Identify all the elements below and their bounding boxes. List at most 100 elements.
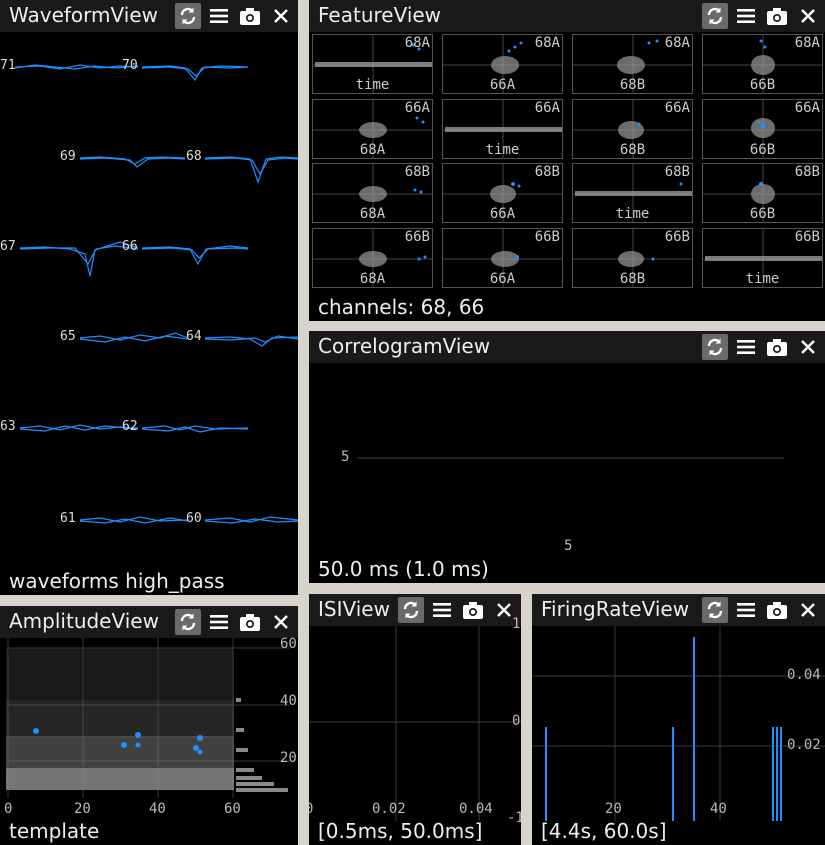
waveform-plot-area[interactable]: 71 70 69 68 67 66 65 64 63 62 61 60 <box>0 32 298 595</box>
feature-cell[interactable]: 68A 66B <box>702 34 823 94</box>
close-icon[interactable] <box>795 3 821 29</box>
camera-icon[interactable] <box>764 597 790 623</box>
channel-label: 62 <box>122 419 138 434</box>
feature-y-label: 66B <box>664 229 690 245</box>
feature-x-label: 66B <box>749 142 776 158</box>
sync-icon[interactable] <box>175 3 201 29</box>
sync-icon[interactable] <box>702 334 728 360</box>
amplitude-view-titlebar: AmplitudeView <box>0 606 298 638</box>
firing-rate-x-tick: 40 <box>710 801 727 817</box>
firing-rate-y-tick: 0.04 <box>787 667 821 683</box>
feature-x-label: time <box>745 271 780 287</box>
camera-icon[interactable] <box>764 334 790 360</box>
correlogram-view-titlebar: CorrelogramView <box>309 331 825 363</box>
isi-x-tick: 0.04 <box>459 801 493 817</box>
isi-y-tick: 0 <box>512 713 521 729</box>
feature-y-label: 68B <box>404 164 430 180</box>
menu-icon[interactable] <box>733 334 759 360</box>
sync-icon[interactable] <box>175 609 201 635</box>
waveform-view-title: WaveformView <box>9 3 158 27</box>
isi-plot-area[interactable]: 0 0.02 0.04 1 0 -1 <box>309 616 521 826</box>
feature-x-label: time <box>615 206 650 222</box>
menu-icon[interactable] <box>733 3 759 29</box>
feature-view-status: channels: 68, 66 <box>318 295 485 319</box>
feature-y-label: 68B <box>664 164 690 180</box>
feature-cell[interactable]: 66B 68A <box>312 228 433 288</box>
isi-view-titlebar: ISIView <box>309 594 521 626</box>
close-icon[interactable] <box>795 597 821 623</box>
feature-grid[interactable]: 68A time 68A 66A 68A 68B 68A 66B 66A 68A… <box>309 32 825 292</box>
camera-icon[interactable] <box>764 3 790 29</box>
feature-cell[interactable]: 66A 66B <box>702 99 823 159</box>
isi-x-tick: 0 <box>309 801 314 817</box>
feature-x-label: time <box>485 142 520 158</box>
amplitude-view-panel[interactable]: AmplitudeView 0 20 40 60 60 40 20 templa… <box>0 606 298 845</box>
firing-rate-plot-area[interactable]: 20 40 0.04 0.02 <box>532 626 825 821</box>
feature-cell[interactable]: 68B 68A <box>312 163 433 223</box>
menu-icon[interactable] <box>206 3 232 29</box>
feature-cell[interactable]: 68B 66A <box>442 163 563 223</box>
menu-icon[interactable] <box>733 597 759 623</box>
feature-cell[interactable]: 68A 68B <box>572 34 693 94</box>
close-icon[interactable] <box>268 3 294 29</box>
channel-label: 67 <box>0 239 16 254</box>
feature-cell[interactable]: 68A time <box>312 34 433 94</box>
menu-icon[interactable] <box>206 609 232 635</box>
feature-y-label: 68A <box>404 35 430 51</box>
amplitude-x-tick: 60 <box>224 801 241 817</box>
channel-label: 64 <box>186 329 202 344</box>
waveform-view-panel[interactable]: WaveformView 71 70 69 68 67 66 65 64 63 … <box>0 0 298 595</box>
correlogram-plot-area[interactable]: 5 5 <box>309 363 825 554</box>
feature-cell[interactable]: 66A 68B <box>572 99 693 159</box>
feature-cell[interactable]: 66B 68B <box>572 228 693 288</box>
feature-y-label: 68A <box>534 35 560 51</box>
feature-view-panel[interactable]: FeatureView 68A time 68A 66A 68A 68B 68A <box>309 0 825 321</box>
feature-x-label: 68B <box>619 142 646 158</box>
isi-y-tick: 1 <box>512 616 521 632</box>
feature-cell[interactable]: 66B 66A <box>442 228 563 288</box>
feature-cell[interactable]: 68A 66A <box>442 34 563 94</box>
feature-cell[interactable]: 66B time <box>702 228 823 288</box>
feature-y-label: 66A <box>534 100 560 116</box>
feature-y-label: 66B <box>794 229 820 245</box>
channel-label: 70 <box>122 58 138 73</box>
feature-x-label: 66A <box>489 271 516 287</box>
camera-icon[interactable] <box>237 3 263 29</box>
camera-icon[interactable] <box>460 597 486 623</box>
feature-y-label: 66A <box>404 100 430 116</box>
isi-y-tick: -1 <box>507 810 521 826</box>
feature-cell[interactable]: 66A time <box>442 99 563 159</box>
correlogram-view-title: CorrelogramView <box>318 334 491 358</box>
feature-y-label: 68A <box>664 35 690 51</box>
close-icon[interactable] <box>795 334 821 360</box>
close-icon[interactable] <box>268 609 294 635</box>
camera-icon[interactable] <box>237 609 263 635</box>
correlogram-y-tick: 5 <box>341 449 350 465</box>
feature-x-label: time <box>355 77 390 93</box>
isi-view-panel[interactable]: ISIView 0 0.02 0.04 1 0 -1 [0.5ms, 50.0m… <box>309 594 521 845</box>
amplitude-x-tick: 0 <box>4 801 13 817</box>
feature-y-label: 68B <box>794 164 820 180</box>
feature-y-label: 66B <box>404 229 430 245</box>
amplitude-y-tick: 20 <box>280 750 297 766</box>
menu-icon[interactable] <box>429 597 455 623</box>
sync-icon[interactable] <box>702 3 728 29</box>
correlogram-view-panel[interactable]: CorrelogramView 5 5 50.0 ms (1.0 ms) <box>309 331 825 583</box>
sync-icon[interactable] <box>702 597 728 623</box>
feature-y-label: 68A <box>794 35 820 51</box>
amplitude-x-tick: 40 <box>149 801 166 817</box>
firing-rate-view-status: [4.4s, 60.0s] <box>541 819 667 843</box>
sync-icon[interactable] <box>398 597 424 623</box>
firing-rate-view-panel[interactable]: FiringRateView 20 40 0.04 0.02 [4.4s, 60… <box>532 594 825 845</box>
feature-cell[interactable]: 66A 68A <box>312 99 433 159</box>
channel-label: 63 <box>0 419 16 434</box>
feature-cell[interactable]: 68B 66B <box>702 163 823 223</box>
channel-label: 61 <box>60 511 76 526</box>
amplitude-plot-area[interactable]: 0 20 40 60 60 40 20 <box>0 636 298 823</box>
feature-x-label: 66A <box>489 206 516 222</box>
feature-x-label: 66B <box>749 206 776 222</box>
feature-x-label: 68B <box>619 271 646 287</box>
isi-x-tick: 0.02 <box>372 801 406 817</box>
feature-cell[interactable]: 68B time <box>572 163 693 223</box>
isi-view-title: ISIView <box>318 597 390 621</box>
